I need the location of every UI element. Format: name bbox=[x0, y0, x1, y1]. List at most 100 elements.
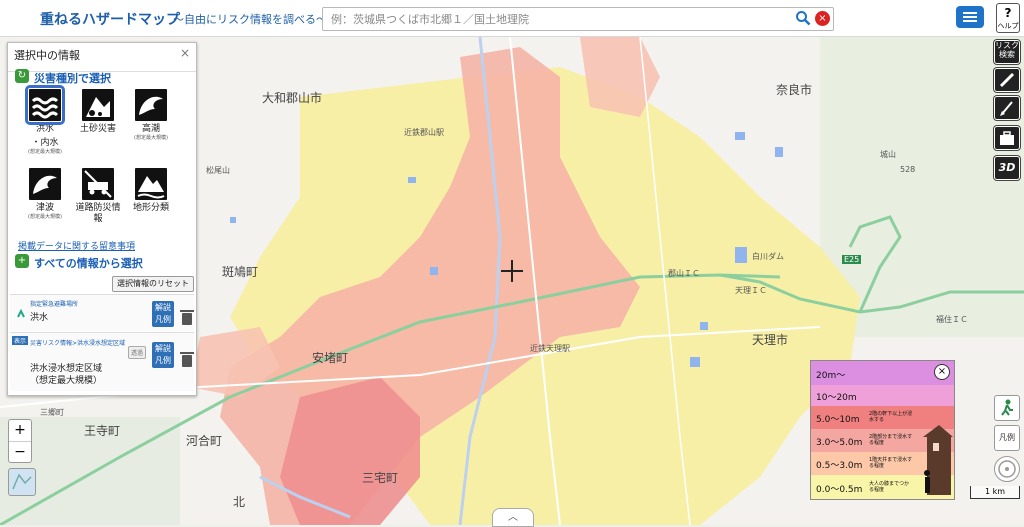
depth-range-3: 5.0～10m bbox=[816, 415, 860, 425]
base-map-switch-button[interactable] bbox=[8, 468, 36, 496]
person-walk-icon bbox=[1001, 399, 1013, 416]
layer2-name2: （想定最大規模） bbox=[30, 376, 103, 386]
locate-button[interactable] bbox=[994, 395, 1020, 421]
depth-range-2: 10～20m bbox=[816, 393, 857, 403]
hazard-type-icon: ↻ bbox=[15, 69, 29, 83]
layer2-trash-icon[interactable] bbox=[180, 352, 194, 367]
depth-legend-close-button[interactable]: × bbox=[934, 364, 950, 380]
hazard-tsunami-button[interactable]: 津波 (想定最大規模) bbox=[19, 168, 71, 221]
layer1-trash-icon[interactable] bbox=[180, 310, 194, 325]
edit-tool-button[interactable] bbox=[994, 96, 1020, 120]
map-label-kita: 北 bbox=[233, 495, 246, 509]
hazard-tsunami-sub: (想定最大規模) bbox=[28, 214, 62, 220]
zoom-out-button[interactable]: − bbox=[9, 442, 31, 463]
map-label-oji: 王寺町 bbox=[84, 424, 121, 438]
depth-range-5: 0.5～3.0m bbox=[816, 461, 863, 471]
map-label-shirakawa: 白川ダム bbox=[752, 252, 784, 261]
3d-view-button[interactable]: 3D bbox=[994, 156, 1020, 180]
help-label: ヘルプ bbox=[997, 22, 1019, 30]
map-label-e25: E25 bbox=[842, 255, 862, 264]
landslide-icon bbox=[82, 89, 114, 121]
hazard-landslide-label: 土砂災害 bbox=[79, 124, 116, 134]
map-label-elev: 528 bbox=[900, 165, 916, 174]
map-label-sango: 三郷町 bbox=[40, 408, 64, 417]
search-input[interactable] bbox=[329, 9, 793, 29]
compass-icon bbox=[998, 460, 1016, 478]
hazard-storm-surge-button[interactable]: 高潮 (想定最大規模) bbox=[125, 89, 177, 142]
depth-range-4: 3.0～5.0m bbox=[816, 438, 863, 448]
map-label-tenri: 天理市 bbox=[752, 333, 789, 347]
hazard-landform-label: 地形分類 bbox=[132, 203, 169, 213]
layer2-visible-badge[interactable]: 表示 bbox=[12, 336, 29, 345]
app-subtitle: ～自由にリスク情報を調べる～ bbox=[173, 13, 327, 26]
layer-row-flood: 表示 災害リスク情報>洪水浸水想定区域 洪水浸水想定区域 （想定最大規模） 透過… bbox=[10, 332, 194, 391]
hazard-type-title: 災害種別で選択 bbox=[34, 72, 111, 85]
bottom-drawer-toggle[interactable]: ︿ bbox=[492, 508, 534, 527]
flood-depth-legend: 20m～ 10～20m 5.0～10m 2階の軒下以上が浸水する 3.0～5.0… bbox=[810, 360, 955, 500]
hazard-landslide-button[interactable]: 土砂災害 bbox=[72, 89, 124, 135]
pen-icon bbox=[999, 72, 1015, 88]
app-title[interactable]: 重ねるハザードマップ bbox=[40, 9, 180, 29]
hazard-flood-label: 洪水 bbox=[35, 124, 54, 134]
panel-close-button[interactable]: × bbox=[180, 46, 190, 60]
map-label-yamato: 大和郡山市 bbox=[262, 91, 323, 105]
house-person-icon bbox=[923, 425, 953, 495]
reset-selection-button[interactable]: 選択情報のリセット bbox=[112, 276, 194, 292]
depth-range-1: 20m～ bbox=[816, 371, 846, 381]
evacuation-icon bbox=[17, 309, 25, 318]
data-notice-link[interactable]: 掲載データに関する留意事項 bbox=[18, 239, 135, 252]
layer1-name: 洪水 bbox=[30, 313, 49, 323]
hazard-storm-surge-sub: (想定最大規模) bbox=[134, 135, 168, 141]
hazard-flood-sub: (想定最大規模) bbox=[28, 149, 62, 155]
layer2-legend-label2: 凡例 bbox=[155, 356, 171, 365]
map-label-tenri-ic: 天理ＩＣ bbox=[735, 286, 767, 295]
depth-desc-6: 大人の膝までつかる程度 bbox=[869, 481, 910, 493]
all-info-icon: + bbox=[15, 254, 29, 268]
hazard-flood-label2: ・内水 bbox=[31, 138, 59, 148]
map-label-ando: 安堵町 bbox=[312, 351, 349, 365]
map-label-ikaruga: 斑鳩町 bbox=[222, 265, 259, 279]
search-icon[interactable] bbox=[795, 10, 811, 26]
hazard-landform-button[interactable]: 地形分類 bbox=[125, 168, 177, 214]
toolbox-icon bbox=[1000, 131, 1014, 145]
map-label-nara: 奈良市 bbox=[776, 83, 813, 97]
legend-button[interactable]: 凡例 bbox=[994, 425, 1020, 451]
scale-bar: 1 km bbox=[970, 486, 1020, 499]
map-layer-icon bbox=[12, 473, 32, 490]
toolbox-button[interactable] bbox=[994, 126, 1020, 150]
map-label-jou: 城山 bbox=[880, 150, 896, 159]
storm-surge-icon bbox=[135, 89, 167, 121]
help-icon: ? bbox=[1004, 6, 1012, 20]
clear-search-button[interactable]: × bbox=[815, 11, 830, 26]
map-label-kinki-tenri: 近鉄天理駅 bbox=[530, 344, 570, 353]
hazard-storm-surge-label: 高潮 bbox=[141, 124, 160, 134]
layer2-legend-label: 解説 bbox=[155, 344, 171, 353]
hazard-tsunami-label: 津波 bbox=[35, 203, 54, 213]
zoom-in-button[interactable]: + bbox=[9, 420, 31, 442]
layer2-legend-button[interactable]: 解説 凡例 bbox=[152, 342, 174, 368]
menu-button[interactable] bbox=[956, 6, 984, 28]
map-label-kawai: 河合町 bbox=[186, 434, 223, 448]
search-box: × bbox=[322, 7, 834, 31]
header-bar: 重ねるハザードマップ ～自由にリスク情報を調べる～ × ? ヘルプ bbox=[0, 0, 1024, 37]
hazard-road-button[interactable]: 道路防災情報 bbox=[72, 168, 124, 225]
map-label-fukusumi-ic: 福住ＩＣ bbox=[936, 315, 968, 324]
all-info-title[interactable]: すべての情報から選択 bbox=[34, 255, 143, 271]
layer1-legend-label2: 凡例 bbox=[155, 315, 171, 324]
map-label-miyake: 三宅町 bbox=[362, 471, 399, 485]
depth-row-1: 20m～ bbox=[811, 361, 954, 385]
risk-search-button[interactable]: リスク検索 bbox=[994, 40, 1020, 64]
compass-button[interactable] bbox=[994, 456, 1020, 482]
layer1-legend-button[interactable]: 解説 凡例 bbox=[152, 301, 174, 327]
depth-range-6: 0.0～0.5m bbox=[816, 485, 863, 495]
zoom-control: + − bbox=[8, 419, 32, 463]
map-label-matsuo: 松尾山 bbox=[206, 166, 230, 175]
depth-desc-3: 2階の軒下以上が浸水する bbox=[869, 411, 913, 423]
map-label-kinki-koriyama: 近鉄郡山駅 bbox=[404, 128, 444, 137]
help-button[interactable]: ? ヘルプ bbox=[996, 3, 1020, 33]
draw-tool-button[interactable] bbox=[994, 68, 1020, 92]
depth-row-2: 10～20m bbox=[811, 385, 954, 406]
hazard-flood-button[interactable]: 洪水 ・内水 (想定最大規模) bbox=[19, 85, 71, 156]
layer2-opacity-button[interactable]: 透過 bbox=[128, 346, 147, 359]
risk-search-label: リスク検索 bbox=[995, 41, 1019, 59]
